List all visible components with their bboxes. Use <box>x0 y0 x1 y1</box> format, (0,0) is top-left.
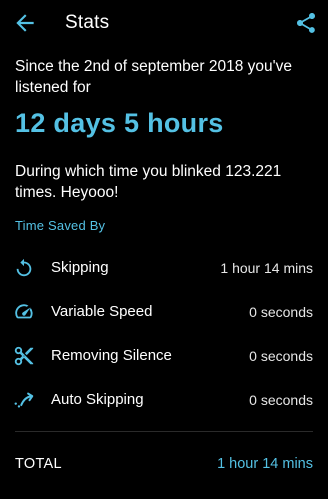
refresh-icon <box>16 258 32 277</box>
page-title: Stats <box>65 12 110 33</box>
listened-total: 12 days 5 hours <box>15 108 224 138</box>
stat-value: 1 hour 14 mins <box>220 260 313 276</box>
stat-label: Variable Speed <box>51 303 153 320</box>
stat-value: 0 seconds <box>249 392 313 408</box>
section-title-time-saved: Time Saved By <box>15 218 106 233</box>
share-icon[interactable] <box>294 11 318 35</box>
stat-row-variable-speed[interactable]: Variable Speed 0 seconds <box>0 292 328 332</box>
stat-label: Skipping <box>51 259 109 276</box>
app-bar: Stats <box>0 0 328 46</box>
arrow-left-icon[interactable] <box>12 10 38 36</box>
speedometer-icon <box>15 304 33 319</box>
stat-value: 0 seconds <box>249 348 313 364</box>
stat-row-removing-silence[interactable]: Removing Silence 0 seconds <box>0 336 328 376</box>
stat-row-skipping[interactable]: Skipping 1 hour 14 mins <box>0 248 328 288</box>
stat-label: Auto Skipping <box>51 391 144 408</box>
total-value: 1 hour 14 mins <box>217 456 313 472</box>
stat-row-auto-skipping[interactable]: Auto Skipping 0 seconds <box>0 380 328 420</box>
scissors-icon <box>14 346 34 366</box>
since-text: Since the 2nd of september 2018 you've l… <box>15 58 292 96</box>
blink-text: During which time you blinked 123.221 ti… <box>15 163 282 201</box>
stat-label: Removing Silence <box>51 347 172 364</box>
auto-skip-icon <box>14 392 34 408</box>
stat-value: 0 seconds <box>249 304 313 320</box>
divider <box>15 431 313 432</box>
total-label: TOTAL <box>15 456 62 472</box>
